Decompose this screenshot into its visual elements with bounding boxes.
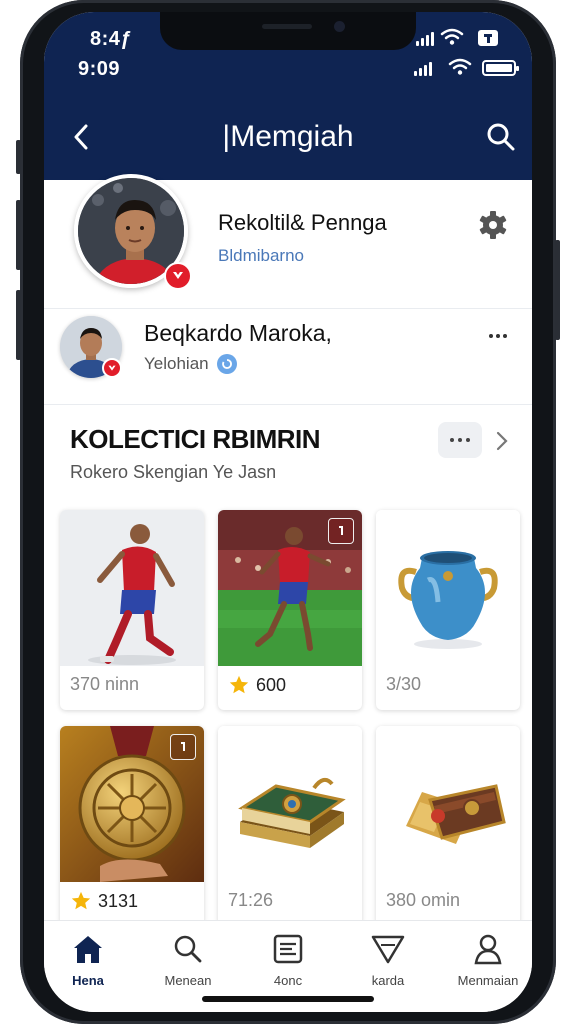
cellular-signal-icon-2 (414, 62, 432, 76)
card-value: 600 (256, 674, 287, 695)
card-value: 380 omin (386, 890, 461, 910)
settings-button[interactable] (476, 208, 510, 242)
collection-card-player-1[interactable]: 370 ninn (60, 510, 204, 710)
nav-label: Menmaian (457, 973, 519, 988)
star-icon (71, 891, 91, 910)
card-value-row: 600 (228, 674, 286, 696)
collection-card-vase[interactable]: 3/30 (376, 510, 520, 710)
battery-icon (482, 60, 519, 76)
wifi-icon (440, 28, 464, 45)
cellular-signal-icon (416, 32, 434, 46)
collection-card-medal[interactable]: 3131 (60, 726, 204, 926)
collection-subtitle: Rokero Skengian Ye Jasn (70, 462, 277, 482)
user-name: Beqkardo Maroka, (144, 320, 332, 346)
speaker (262, 24, 312, 29)
nav-collection[interactable]: 4onc (248, 933, 328, 988)
notch (160, 12, 416, 50)
collection-card-book[interactable]: 71:26 (218, 726, 362, 926)
card-value-row: 3131 (70, 890, 138, 912)
volume-up-button (16, 200, 21, 270)
wifi-icon-2 (448, 58, 472, 75)
search-button[interactable] (484, 120, 518, 154)
collection-more-button[interactable] (438, 422, 482, 458)
volume-down-button (16, 290, 21, 360)
shield-icon (371, 935, 405, 964)
collection-card-player-2[interactable]: 600 (218, 510, 362, 710)
star-icon (229, 675, 249, 694)
card-value: 3131 (98, 890, 139, 911)
club-badge-icon (164, 262, 192, 290)
mute-button (16, 140, 21, 174)
divider (44, 404, 532, 405)
profile-name: Rekoltil& Pennga (218, 210, 387, 235)
profile-icon (474, 934, 502, 965)
collection-title: KOLECTICI RBIMRIN (70, 424, 321, 454)
card-tag-icon (328, 518, 354, 544)
collection-card-wallet[interactable]: 380 omin (376, 726, 520, 926)
home-indicator[interactable] (202, 996, 374, 1002)
leather-wallet-image (376, 726, 520, 882)
power-button (555, 240, 560, 340)
app-screen: 8:4ƒ 9:09 |Memgiah Rekoltil& Pennga Bldm… (44, 12, 532, 1012)
antique-book-image (218, 726, 362, 882)
nav-label: Menean (164, 973, 212, 988)
search-icon (487, 123, 515, 151)
nav-home[interactable]: Hena (48, 933, 128, 988)
card-value: 3/30 (386, 674, 422, 694)
notification-icon (478, 30, 498, 46)
home-icon (74, 936, 102, 963)
more-icon (489, 334, 493, 338)
user-badge-icon (102, 358, 122, 378)
nav-label: Hena (72, 973, 104, 988)
camera (334, 21, 345, 32)
card-value: 71:26 (228, 890, 274, 910)
app-header: 8:4ƒ 9:09 |Memgiah (44, 12, 532, 180)
ceramic-vase-image (376, 510, 520, 666)
page-title: |Memgiah (222, 120, 354, 153)
nav-label: 4onc (273, 973, 303, 988)
divider (44, 308, 532, 309)
collection-next-button[interactable] (490, 426, 514, 456)
status-time-secondary: 8:4ƒ (90, 28, 133, 50)
profile-subtitle[interactable]: Bldmibarno (218, 246, 304, 266)
back-arrow-icon (74, 124, 88, 150)
nav-search[interactable]: Menean (148, 933, 228, 988)
nav-label: karda (371, 973, 405, 988)
verified-icon (216, 354, 237, 374)
nav-profile[interactable]: Menmaian (448, 933, 528, 988)
chevron-right-icon (496, 431, 508, 451)
card-tag-icon (170, 734, 196, 760)
player-running-image (60, 510, 204, 666)
user-subtitle-row: Yelohian (144, 354, 237, 374)
user-more-button[interactable] (484, 326, 512, 346)
user-subtitle: Yelohian (144, 354, 209, 373)
back-button[interactable] (66, 120, 96, 154)
profile-section: Rekoltil& Pennga Bldmibarno (44, 174, 532, 310)
user-row[interactable]: Beqkardo Maroka, Yelohian (44, 312, 532, 404)
nav-cards[interactable]: karda (348, 933, 428, 988)
card-value: 370 ninn (70, 674, 140, 694)
search-icon (174, 935, 202, 963)
album-icon (273, 934, 303, 964)
more-icon (450, 438, 454, 442)
status-time: 9:09 (78, 58, 121, 80)
gear-icon (479, 211, 507, 239)
